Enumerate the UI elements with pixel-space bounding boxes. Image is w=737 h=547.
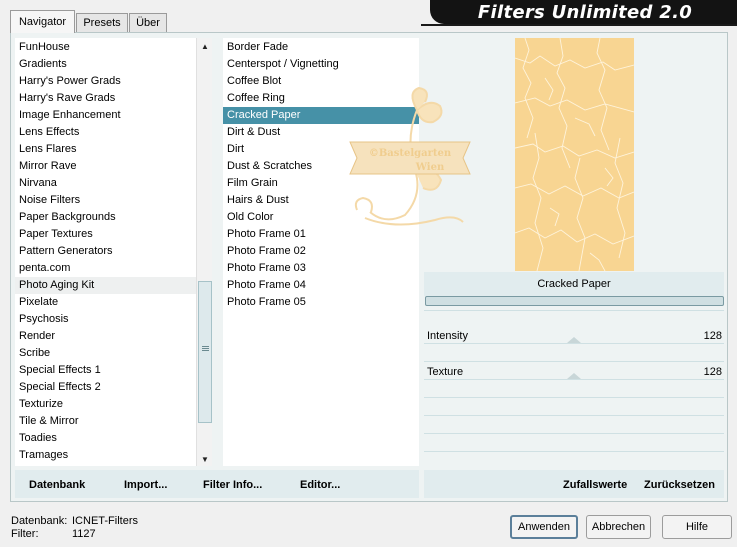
status-filter-count: 1127 [72,528,96,540]
category-item[interactable]: Noise Filters [15,192,196,209]
app-title: Filters Unlimited 2.0 [477,2,693,23]
cracked-paper-texture [515,38,634,271]
cancel-button[interactable]: Abbrechen [586,515,651,539]
category-item[interactable]: Special Effects 2 [15,379,196,396]
category-item[interactable]: Tile & Mirror [15,413,196,430]
watermark-text-2: Wien [415,162,445,173]
category-item[interactable]: Paper Backgrounds [15,209,196,226]
status-filter-label: Filter: [11,528,39,540]
category-scrollbar[interactable]: ▲ ▼ [196,38,212,466]
category-item[interactable]: penta.com [15,260,196,277]
preview-filter-name: Cracked Paper [424,272,724,296]
zufallswerte-button[interactable]: Zufallswerte [563,478,627,492]
intensity-slider-track[interactable] [424,343,724,344]
category-item[interactable]: Gradients [15,56,196,73]
category-item[interactable]: Toadies [15,430,196,447]
divider [424,397,724,398]
filter-item[interactable]: Photo Frame 04 [223,277,419,294]
category-item[interactable]: Special Effects 1 [15,362,196,379]
filter-item[interactable]: Border Fade [223,39,419,56]
divider [424,415,724,416]
import-button[interactable]: Import... [124,478,167,492]
texture-slider-track[interactable] [424,379,724,380]
category-item[interactable]: Paper Textures [15,226,196,243]
grip-icon [202,346,209,351]
filter-info-button[interactable]: Filter Info... [203,478,262,492]
divider [424,361,724,362]
category-item[interactable]: Texturize [15,396,196,413]
divider [424,310,724,311]
category-item[interactable]: Mirror Rave [15,158,196,175]
category-item[interactable]: Pattern Generators [15,243,196,260]
category-item[interactable]: Pixelate [15,294,196,311]
watermark-text-1: ©Bastelgarten [369,148,452,159]
status-db-value: ICNET-Filters [72,515,138,527]
filter-item[interactable]: Photo Frame 03 [223,260,419,277]
category-item[interactable]: Harry's Power Grads [15,73,196,90]
preview-progress-bar [425,296,724,306]
category-item[interactable]: Lens Effects [15,124,196,141]
scrollbar-thumb[interactable] [198,281,212,423]
category-item[interactable]: Image Enhancement [15,107,196,124]
tab-navigator[interactable]: Navigator [10,10,75,33]
scroll-up-arrow-icon[interactable]: ▲ [197,39,213,55]
category-item[interactable]: Tramages [15,447,196,464]
watermark-logo: ©Bastelgarten Wien [349,86,471,226]
divider [424,433,724,434]
category-item[interactable]: Render [15,328,196,345]
zuruecksetzen-button[interactable]: Zurücksetzen [644,478,715,492]
datenbank-button[interactable]: Datenbank [29,478,85,492]
category-item[interactable]: Scribe [15,345,196,362]
category-item[interactable]: Psychosis [15,311,196,328]
category-item[interactable]: Photo Aging Kit [15,277,196,294]
tab-ueber[interactable]: Über [129,13,167,32]
filter-item[interactable]: Photo Frame 05 [223,294,419,311]
help-button[interactable]: Hilfe [662,515,732,539]
editor-button[interactable]: Editor... [300,478,340,492]
divider [424,451,724,452]
category-item[interactable]: Lens Flares [15,141,196,158]
title-banner-underline [421,24,737,26]
category-list[interactable]: FunHouse Gradients Harry's Power Grads Harr… [15,38,196,466]
apply-button[interactable]: Anwenden [510,515,578,539]
category-item[interactable]: Harry's Rave Grads [15,90,196,107]
status-db-label: Datenbank: [11,515,68,527]
category-item[interactable]: FunHouse [15,39,196,56]
category-item[interactable]: Nirvana [15,175,196,192]
tab-presets[interactable]: Presets [76,13,128,32]
filter-item[interactable]: Photo Frame 02 [223,243,419,260]
preview-image [515,38,634,271]
filter-item[interactable]: Centerspot / Vignetting [223,56,419,73]
scroll-down-arrow-icon[interactable]: ▼ [197,452,213,468]
